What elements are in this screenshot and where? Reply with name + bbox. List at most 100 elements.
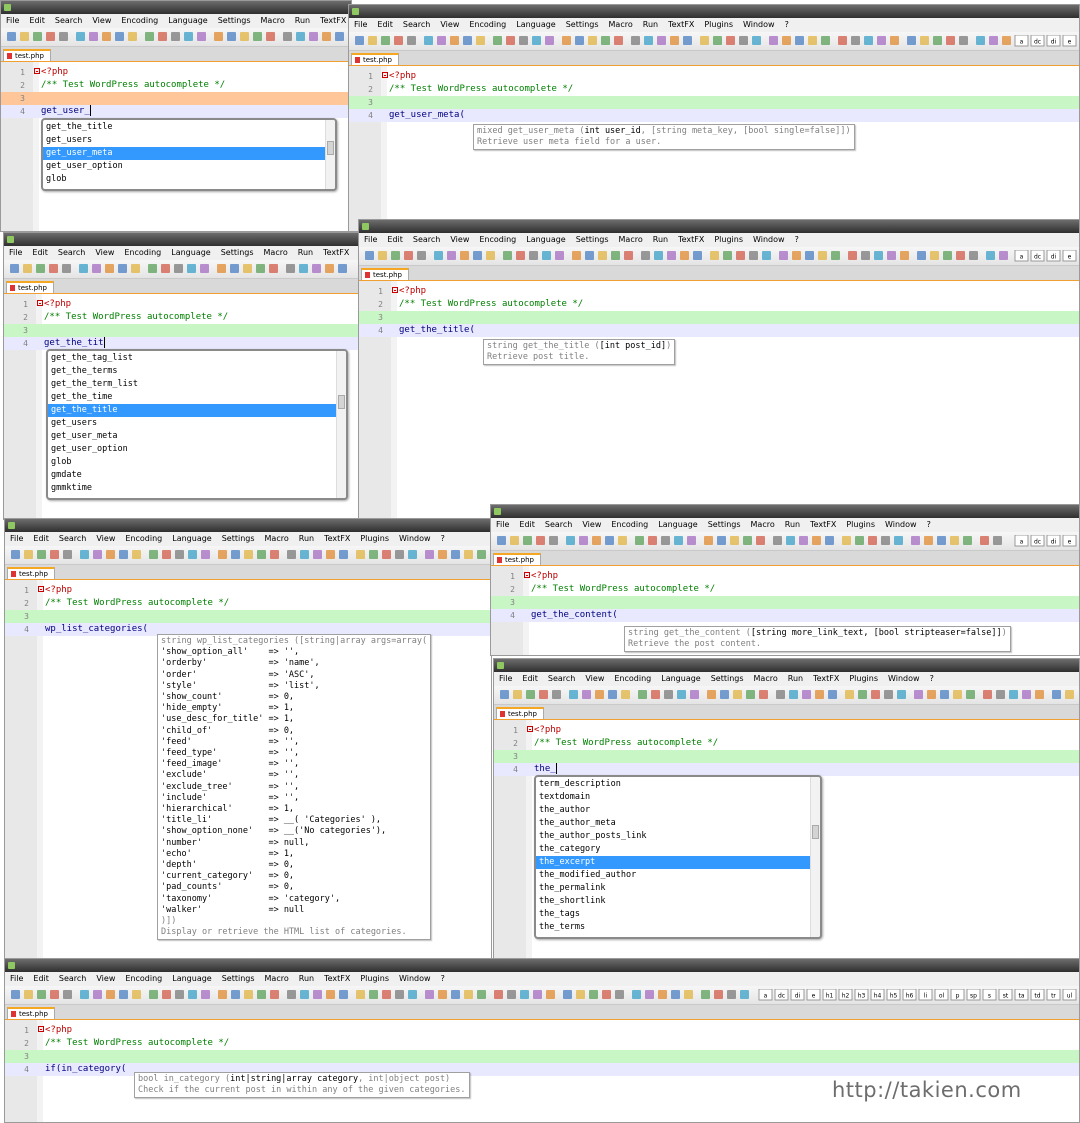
autocomplete-item[interactable]: get_the_title	[43, 121, 325, 134]
menu-item-run[interactable]: Run	[783, 672, 808, 686]
menu-item-textfx[interactable]: TextFX	[808, 672, 844, 686]
code-editor[interactable]: 1 <?php 2 /** Test WordPress autocomplete *…	[491, 566, 1079, 655]
menu-item-q[interactable]: ?	[780, 18, 794, 32]
menu-item-q[interactable]: ?	[925, 672, 939, 686]
tab-test-php[interactable]: test.php	[6, 281, 54, 293]
toolbar-icons[interactable]: a dc di e	[493, 535, 1079, 547]
autocomplete-item[interactable]: the_permalink	[536, 882, 810, 895]
menu-item-search[interactable]: Search	[398, 18, 435, 32]
list-scrollbar[interactable]	[810, 777, 820, 937]
fold-minus-icon[interactable]	[34, 68, 40, 74]
autocomplete-item[interactable]: glob	[48, 456, 336, 469]
menu-item-encoding[interactable]: Encoding	[120, 532, 167, 546]
menu-item-language[interactable]: Language	[166, 246, 215, 260]
menu-item-language[interactable]: Language	[167, 532, 216, 546]
code-editor[interactable]: 1 <?php 2 /** Test WordPress autocomplete *…	[4, 294, 360, 519]
autocomplete-list[interactable]: term_description textdomain the_author the_…	[534, 775, 822, 939]
menu-item-file[interactable]: File	[359, 233, 382, 247]
menu-item-q[interactable]: ?	[436, 532, 450, 546]
menu-item-file[interactable]: File	[5, 532, 28, 546]
autocomplete-item[interactable]: gmmktime	[48, 482, 336, 495]
menu-item-run[interactable]: Run	[648, 233, 673, 247]
menu-item-encoding[interactable]: Encoding	[464, 18, 511, 32]
menu-item-file[interactable]: File	[1, 14, 24, 28]
menu-item-search[interactable]: Search	[50, 14, 87, 28]
autocomplete-item[interactable]: textdomain	[536, 791, 810, 804]
scrollbar-thumb[interactable]	[327, 140, 334, 155]
autocomplete-item[interactable]: term_description	[536, 778, 810, 791]
fold-minus-icon[interactable]	[527, 726, 533, 732]
autocomplete-item[interactable]: get_the_term_list	[48, 378, 336, 391]
menu-item-edit[interactable]: Edit	[28, 972, 54, 986]
menu-item-run[interactable]: Run	[294, 972, 319, 986]
menu-item-plugins[interactable]: Plugins	[355, 532, 394, 546]
menu-item-encoding[interactable]: Encoding	[116, 14, 163, 28]
menu-item-q[interactable]: ?	[922, 518, 936, 532]
scrollbar-thumb[interactable]	[812, 825, 819, 839]
menu-item-window[interactable]: Window	[394, 972, 436, 986]
menu-item-window[interactable]: Window	[883, 672, 925, 686]
menu-item-textfx[interactable]: TextFX	[318, 246, 354, 260]
autocomplete-item[interactable]: get_user_option	[48, 443, 336, 456]
menu-item-search[interactable]: Search	[408, 233, 445, 247]
menu-item-edit[interactable]: Edit	[27, 246, 53, 260]
menu-item-view[interactable]: View	[577, 518, 606, 532]
menu-item-search[interactable]: Search	[540, 518, 577, 532]
menu-item-plugins[interactable]: Plugins	[841, 518, 880, 532]
menu-item-file[interactable]: File	[5, 972, 28, 986]
autocomplete-item[interactable]: the_excerpt	[536, 856, 810, 869]
menu-item-search[interactable]: Search	[53, 246, 90, 260]
toolbar-icons[interactable]	[496, 689, 1079, 701]
autocomplete-item[interactable]: glob	[43, 173, 325, 186]
menu-item-plugins[interactable]: Plugins	[699, 18, 738, 32]
menu-item-language[interactable]: Language	[656, 672, 705, 686]
menu-item-language[interactable]: Language	[167, 972, 216, 986]
menu-item-macro[interactable]: Macro	[259, 246, 293, 260]
menu-item-macro[interactable]: Macro	[749, 672, 783, 686]
menu-item-file[interactable]: File	[491, 518, 514, 532]
autocomplete-item[interactable]: get_users	[43, 134, 325, 147]
menu-item-settings[interactable]: Settings	[706, 672, 749, 686]
autocomplete-item[interactable]: the_category	[536, 843, 810, 856]
menu-item-settings[interactable]: Settings	[217, 972, 260, 986]
tab-test-php[interactable]: test.php	[361, 268, 409, 280]
menu-item-view[interactable]: View	[445, 233, 474, 247]
autocomplete-item[interactable]: gmdate	[48, 469, 336, 482]
toolbar-icons[interactable]: a dc di e h1 h2 h3 h4 h5 h6 li ol p sp s st ta td tr ul	[7, 989, 1079, 1001]
tab-test-php[interactable]: test.php	[493, 553, 541, 565]
menu-item-file[interactable]: File	[349, 18, 372, 32]
autocomplete-item[interactable]: get_the_terms	[48, 365, 336, 378]
toolbar-icons[interactable]	[7, 549, 491, 561]
menu-item-run[interactable]: Run	[780, 518, 805, 532]
fold-minus-icon[interactable]	[38, 1026, 44, 1032]
menu-item-plugins[interactable]: Plugins	[844, 672, 883, 686]
menu-item-q[interactable]: ?	[790, 233, 804, 247]
autocomplete-item[interactable]: the_modified_author	[536, 869, 810, 882]
menu-item-macro[interactable]: Macro	[746, 518, 780, 532]
menu-item-search[interactable]: Search	[54, 972, 91, 986]
menu-item-textfx[interactable]: TextFX	[315, 14, 351, 28]
autocomplete-item[interactable]: get_the_time	[48, 391, 336, 404]
menu-item-settings[interactable]: Settings	[213, 14, 256, 28]
code-editor[interactable]: 1 <?php 2 /** Test WordPress autocomplete *…	[5, 580, 491, 959]
menu-item-edit[interactable]: Edit	[514, 518, 540, 532]
list-scrollbar[interactable]	[336, 351, 346, 498]
fold-minus-icon[interactable]	[382, 72, 388, 78]
tab-test-php[interactable]: test.php	[7, 567, 55, 579]
menu-item-language[interactable]: Language	[511, 18, 560, 32]
menu-item-view[interactable]: View	[580, 672, 609, 686]
fold-minus-icon[interactable]	[37, 300, 43, 306]
menu-item-macro[interactable]: Macro	[260, 532, 294, 546]
menu-item-q[interactable]: ?	[436, 972, 450, 986]
menu-item-textfx[interactable]: TextFX	[673, 233, 709, 247]
menu-item-macro[interactable]: Macro	[604, 18, 638, 32]
fold-minus-icon[interactable]	[38, 586, 44, 592]
menu-item-settings[interactable]: Settings	[217, 532, 260, 546]
autocomplete-item[interactable]: the_shortlink	[536, 895, 810, 908]
menu-item-language[interactable]: Language	[521, 233, 570, 247]
menu-item-window[interactable]: Window	[880, 518, 922, 532]
scrollbar-thumb[interactable]	[338, 395, 345, 410]
fold-minus-icon[interactable]	[524, 572, 530, 578]
toolbar-icons[interactable]: a dc di e	[351, 35, 1079, 47]
menu-item-encoding[interactable]: Encoding	[474, 233, 521, 247]
